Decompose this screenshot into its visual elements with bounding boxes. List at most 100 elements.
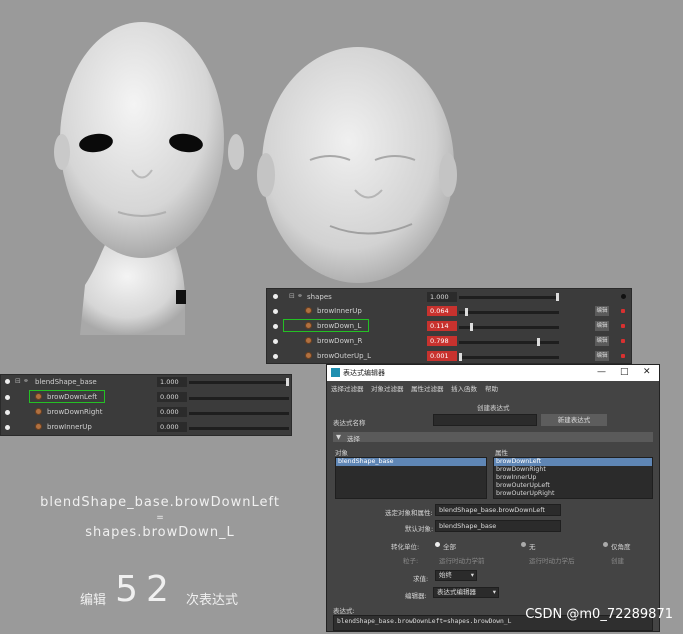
menu-object-filter[interactable]: 对象过滤器 [371,383,404,393]
slider-knob[interactable] [537,338,540,346]
channel-row-label: browDownRight [47,408,103,416]
list-item[interactable]: browInnerUp [494,474,652,482]
window-titlebar[interactable]: 表达式编辑器 — □ ✕ [327,365,659,381]
channel-row-slider[interactable] [459,353,559,361]
selected-attr-label: 选定对象和属性: [385,509,433,517]
channel-header-slider[interactable] [459,293,559,301]
radio-none[interactable] [521,542,526,547]
selection-section-header[interactable]: ▼ 选择 [333,432,653,443]
objects-list[interactable]: blendShape_base [335,457,487,499]
edit-suffix: 次表达式 [186,593,239,608]
channel-row[interactable]: browInnerUp 0.064 编辑 [267,304,631,318]
menu-attribute-filter[interactable]: 属性过滤器 [411,383,444,393]
units-label: 转化单位: [391,543,420,551]
visibility-dot[interactable] [5,379,10,384]
new-expression-button[interactable]: 新建表达式 [541,414,607,426]
channel-row-value[interactable]: 0.064 [427,306,457,316]
channel-row[interactable]: browDown_R 0.798 编辑 [267,334,631,348]
channel-row-slider[interactable] [459,323,559,331]
blendshape-target-icon [305,307,312,314]
channel-row[interactable]: browDownRight 0.000 [1,405,291,419]
edit-button[interactable]: 编辑 [595,306,609,316]
channel-row-slider[interactable] [189,397,289,400]
blendshape-target-icon [35,408,42,415]
channel-row-value[interactable]: 0.000 [157,422,187,432]
selection-section-label: 选择 [347,435,360,443]
close-icon[interactable]: ✕ [643,367,651,377]
list-item[interactable]: browDownRight [494,466,652,474]
visibility-dot[interactable] [5,395,10,400]
edit-button[interactable]: 编辑 [595,351,609,361]
channel-row-slider[interactable] [189,427,289,430]
expression-name-input[interactable] [433,414,537,426]
app-icon [331,368,340,377]
menu-insert-function[interactable]: 插入函数 [451,383,477,393]
visibility-dot[interactable] [273,339,278,344]
channel-row-slider[interactable] [189,412,289,415]
editor-dropdown[interactable]: 表达式编辑器 ▾ [433,587,499,598]
radio-all[interactable] [435,542,440,547]
list-item[interactable]: browDownLeft [494,458,652,466]
channel-header: ⊟ ⚭ blendShape_base 1.000 [1,375,291,389]
channel-row[interactable]: browInnerUp 0.000 [1,420,291,434]
visibility-dot[interactable] [273,294,278,299]
node-icon: ⊟ ⚭ [15,377,29,385]
default-object-label: 默认对象: [405,525,434,533]
blendshape-target-icon [305,337,312,344]
channel-row[interactable]: browOuterUp_L 0.001 编辑 [267,349,631,363]
menu-select-filter[interactable]: 选择过滤器 [331,383,364,393]
list-item[interactable]: browOuterUpLeft [494,482,652,490]
visibility-dot[interactable] [273,324,278,329]
slider-knob[interactable] [459,353,462,361]
key-indicator [621,309,625,313]
evaluate-dropdown[interactable]: 始终 ▾ [435,570,477,581]
channel-panel-shapes: ⊟ ⚭ shapes 1.000 browInnerUp 0.064 编辑 br… [266,288,632,364]
channel-row-value[interactable]: 0.000 [157,407,187,417]
edit-count-caption: 编辑 52 次表达式 [80,572,280,609]
channel-row-value[interactable]: 0.798 [427,336,457,346]
visibility-dot[interactable] [273,354,278,359]
channel-row-label: browOuterUp_L [317,352,372,360]
channel-row-label: browInnerUp [317,307,362,315]
channel-header-slider[interactable] [189,378,289,386]
selected-attr-field[interactable]: blendShape_base.browDownLeft [435,504,561,516]
header-end-dot [621,294,626,299]
window-title: 表达式编辑器 [343,369,385,377]
edit-button[interactable]: 编辑 [595,321,609,331]
visibility-dot[interactable] [5,410,10,415]
minimize-icon[interactable]: — [597,367,606,377]
slider-knob[interactable] [470,323,473,331]
channel-row-value[interactable]: 0.000 [157,392,187,402]
radio-all-label: 全部 [443,543,456,551]
caption-line3: shapes.browDown_L [85,525,235,540]
visibility-dot[interactable] [5,425,10,430]
channel-header-label: shapes [307,293,332,301]
edit-prefix: 编辑 [80,593,107,608]
slider-knob[interactable] [465,308,468,316]
expression-editor-window: 表达式编辑器 — □ ✕ 选择过滤器 对象过滤器 属性过滤器 插入函数 帮助 创… [326,364,660,632]
particle-option-after: 运行时动力学后 [529,557,575,565]
edit-button[interactable]: 编辑 [595,336,609,346]
maximize-icon[interactable]: □ [620,367,629,377]
evaluate-value: 始终 [439,571,452,579]
menu-help[interactable]: 帮助 [485,383,498,393]
objects-label: 对象 [335,449,348,457]
list-item[interactable]: blendShape_base [336,458,486,466]
default-object-field[interactable]: blendShape_base [435,520,561,532]
channel-header-value[interactable]: 1.000 [157,377,187,387]
channel-row-value[interactable]: 0.114 [427,321,457,331]
channel-row-slider[interactable] [459,338,559,346]
attributes-label: 属性 [495,449,508,457]
channel-row-label: browDown_R [317,337,363,345]
visibility-dot[interactable] [273,309,278,314]
channel-row-value[interactable]: 0.001 [427,351,457,361]
list-item[interactable]: browOuterUpRight [494,490,652,498]
key-indicator [621,324,625,328]
right-head [262,47,454,283]
radio-angular[interactable] [603,542,608,547]
caption-block: blendShape_base.browDownLeft = shapes.br… [20,495,300,540]
channel-row-slider[interactable] [459,308,559,316]
attributes-list[interactable]: browDownLeft browDownRight browInnerUp b… [493,457,653,499]
channel-header-value[interactable]: 1.000 [427,292,457,302]
create-expression-label: 创建表达式 [477,404,510,412]
